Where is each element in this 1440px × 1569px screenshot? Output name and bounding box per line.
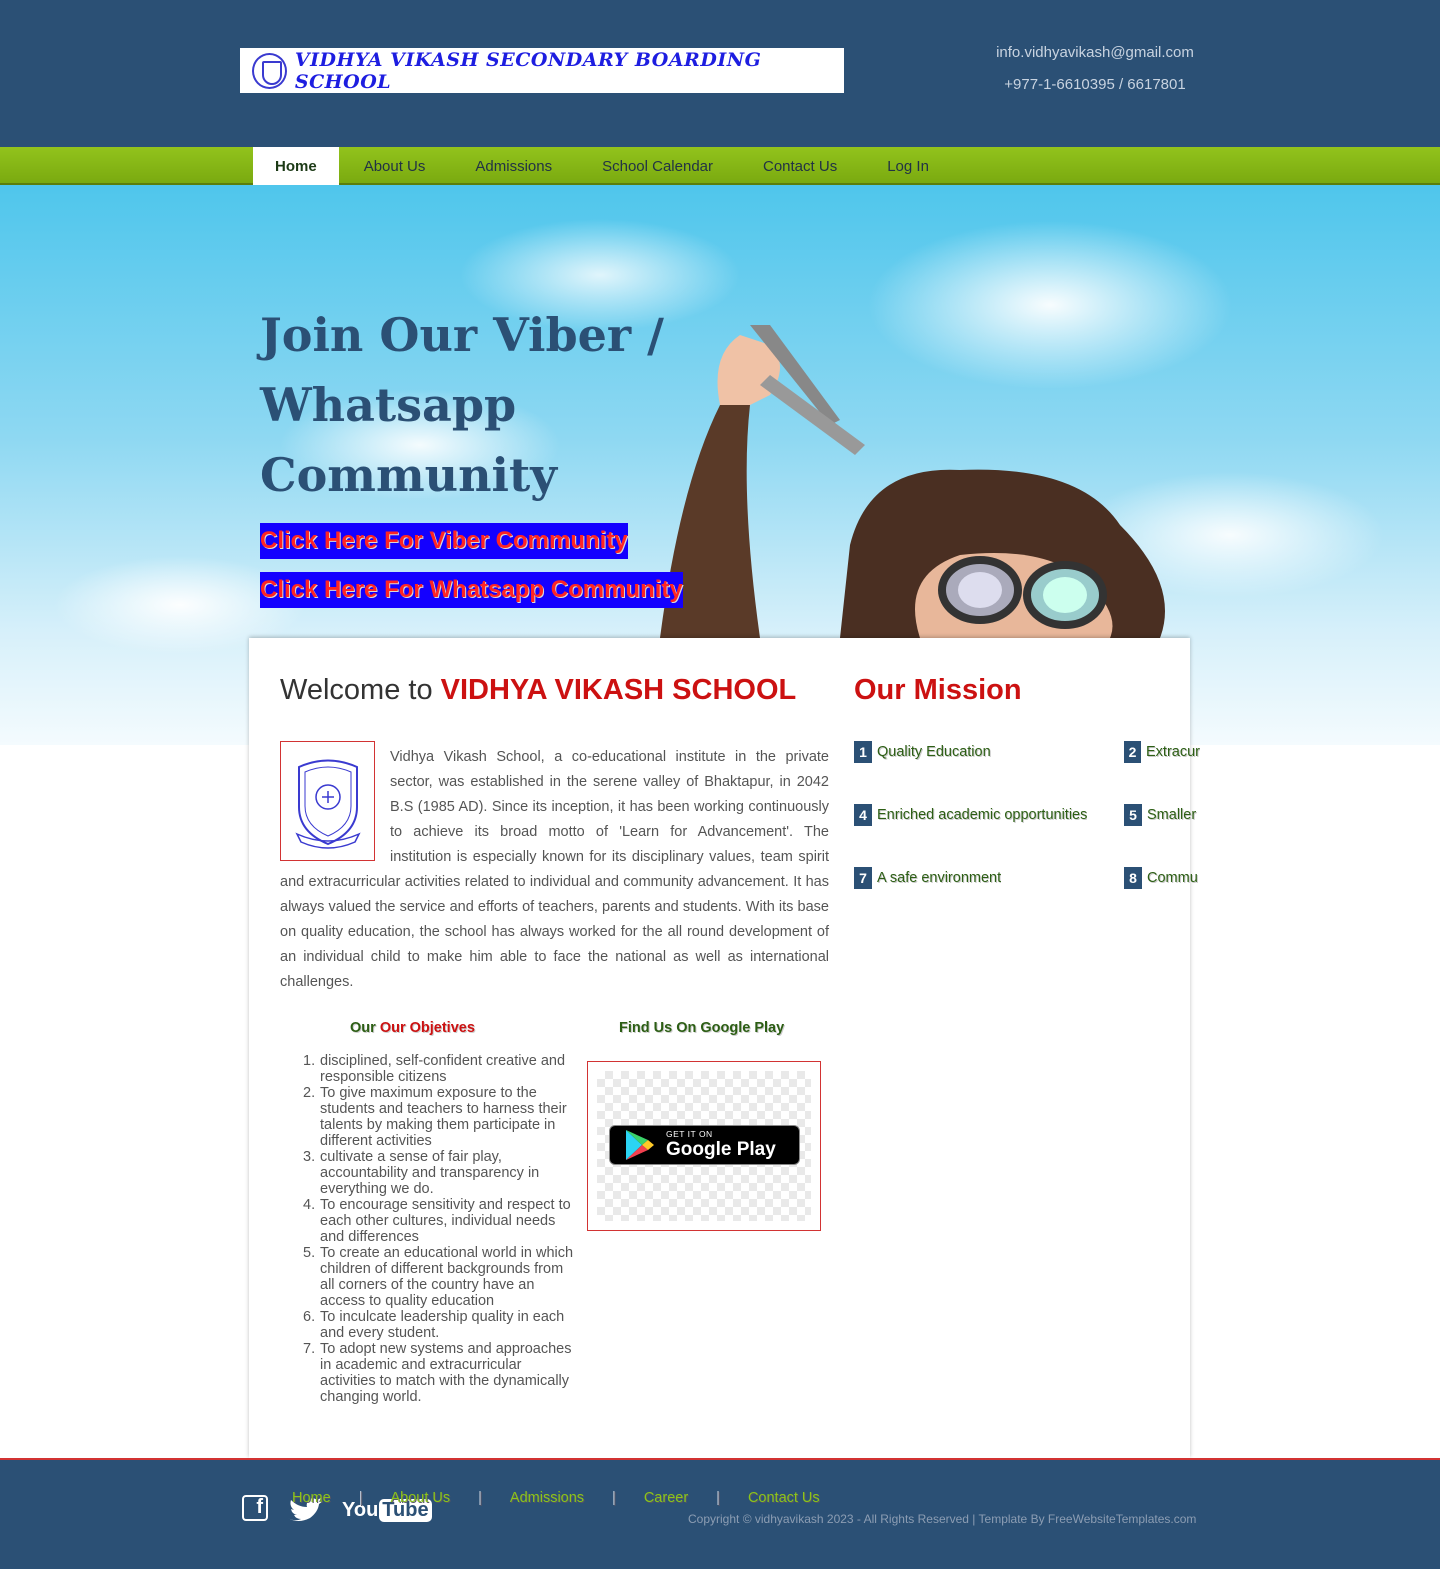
mission-item: 4 Enriched academic opportunities: [854, 804, 1087, 826]
nav-item-school-calendar[interactable]: School Calendar: [577, 147, 738, 185]
facebook-icon[interactable]: f: [242, 1495, 268, 1521]
mission-item: 7A safe environment: [854, 867, 1001, 889]
objective-item: To create an educational world in which …: [303, 1245, 574, 1309]
footer-nav: Home | About Us | Admissions | Career | …: [292, 1490, 820, 1506]
welcome-prefix: Welcome to: [280, 674, 441, 706]
mission-heading: Our Mission: [854, 674, 1022, 706]
nav-item-about-us[interactable]: About Us: [339, 147, 451, 185]
objective-item: disciplined, self-confident creative and…: [303, 1053, 566, 1085]
objectives-list: disciplined, self-confident creative and…: [303, 1053, 580, 1405]
nav-item-contact-us[interactable]: Contact Us: [738, 147, 862, 185]
badge-big-text: Google Play: [666, 1139, 776, 1160]
objective-item: cultivate a sense of fair play, accounta…: [303, 1149, 540, 1197]
mission-item: 8 Commu: [1124, 867, 1200, 889]
whatsapp-community-link[interactable]: Click Here For Whatsapp Community: [260, 572, 683, 608]
badge-small-text: GET IT ON: [666, 1129, 713, 1139]
site-header: VIDHYA VIKASH SECONDARY BOARDING SCHOOL …: [0, 0, 1440, 147]
mission-item: 1 Quality Education: [854, 741, 991, 763]
welcome-school-name: VIDHYA VIKASH SCHOOL: [440, 674, 797, 706]
nav-item-home[interactable]: Home: [253, 147, 339, 190]
main-content: Welcome to VIDHYA VIKASH SCHOOL Our Miss…: [249, 638, 1200, 1458]
footer-link-admissions[interactable]: Admissions: [510, 1490, 584, 1506]
mission-item: 2 Extracur: [1124, 741, 1200, 763]
google-play-box: GET IT ON Google Play: [587, 1061, 821, 1231]
google-play-icon: [626, 1130, 654, 1160]
footer-link-home[interactable]: Home: [292, 1490, 331, 1506]
school-crest-icon: [252, 52, 287, 89]
viber-community-link[interactable]: Click Here For Viber Community: [260, 523, 628, 559]
about-paragraph: Vidhya Vikash School, a co-educational i…: [280, 745, 829, 995]
copyright-text: Copyright © vidhyavikash 2023 - All Righ…: [688, 1512, 1197, 1526]
main-nav: Home About Us Admissions School Calendar…: [0, 147, 1440, 190]
welcome-heading: Welcome to VIDHYA VIKASH SCHOOL: [280, 674, 796, 707]
contact-email[interactable]: info.vidhyavikash@gmail.com: [990, 44, 1200, 61]
objective-item: To adopt new systems and approaches in a…: [303, 1341, 572, 1405]
objective-item: To inculcate leadership quality in each …: [303, 1309, 565, 1341]
hero-title: Join Our Viber / Whatsapp Community: [260, 308, 664, 502]
nav-item-admissions[interactable]: Admissions: [450, 147, 577, 185]
nav-item-log-in[interactable]: Log In: [862, 147, 954, 185]
mission-item: 5 Smaller: [1124, 804, 1200, 826]
contact-phone: +977-1-6610395 / 6617801: [1004, 76, 1186, 93]
google-play-heading: Find Us On Google Play: [619, 1020, 785, 1036]
objectives-heading: Our Our Objetives: [350, 1020, 475, 1036]
google-play-badge[interactable]: GET IT ON Google Play: [609, 1125, 800, 1165]
objective-item: To give maximum exposure to the students…: [303, 1085, 567, 1149]
footer-link-contact-us[interactable]: Contact Us: [748, 1490, 820, 1506]
school-logo-banner[interactable]: VIDHYA VIKASH SECONDARY BOARDING SCHOOL: [240, 48, 844, 93]
objective-item: To encourage sensitivity and respect to …: [303, 1197, 571, 1245]
hero-child-pilot-image: [660, 325, 1165, 638]
footer-link-career[interactable]: Career: [644, 1490, 688, 1506]
site-footer: f You Tube Home | About Us | Admissions |…: [0, 1458, 1440, 1569]
school-name: VIDHYA VIKASH SECONDARY BOARDING SCHOOL: [294, 48, 762, 93]
footer-link-about-us[interactable]: About Us: [390, 1490, 450, 1506]
